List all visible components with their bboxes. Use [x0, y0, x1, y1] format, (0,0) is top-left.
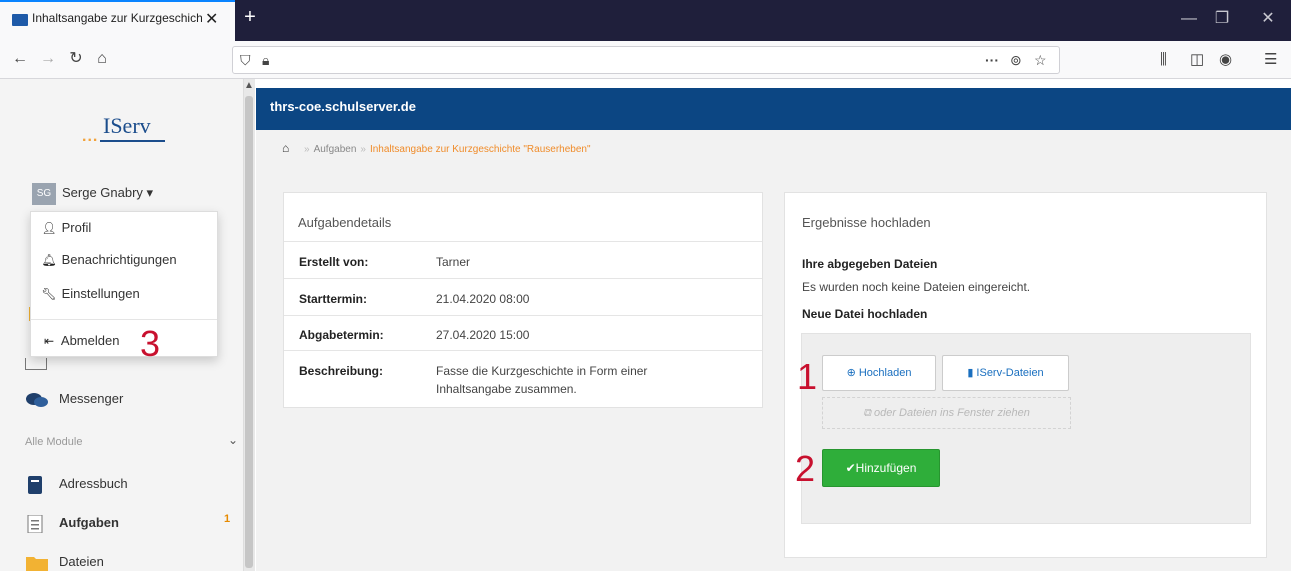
new-tab-button[interactable]: +	[238, 6, 262, 30]
reload-icon[interactable]: ↻	[64, 47, 88, 71]
breadcrumb: » Aufgaben» Inhaltsangabe zur Kurzgeschich…	[304, 144, 591, 155]
shield-icon[interactable]: ⛉	[240, 50, 251, 70]
row-divider	[284, 278, 762, 279]
tasks-icon	[27, 514, 43, 533]
copy-icon: ⧉	[863, 407, 874, 419]
sidebar-item-aufgaben[interactable]: Aufgaben	[25, 511, 119, 535]
forward-icon[interactable]: →	[36, 47, 60, 71]
logo-dots: ...	[82, 128, 99, 145]
sidebar-item-dateien[interactable]: Dateien	[25, 550, 104, 574]
value-created-by: Tarner	[436, 255, 471, 269]
pocket-icon[interactable]: ⊚	[1010, 50, 1022, 70]
calendar-icon	[25, 358, 47, 370]
messenger-icon	[26, 392, 48, 407]
checkmark-icon: ✔	[845, 461, 856, 475]
menu-item-benachrichtigungen[interactable]: 🔔︎ Benachrichtigungen	[40, 250, 177, 270]
upload-button-label: Hochladen	[858, 367, 912, 379]
sidebar-item-label: Messenger	[59, 391, 124, 406]
menu-item-abmelden[interactable]: ⇤ Abmelden	[40, 331, 119, 351]
menu-item-label: Profil	[61, 220, 92, 235]
breadcrumb-aufgaben[interactable]: Aufgaben	[314, 144, 357, 155]
annotation-1: 1	[797, 356, 818, 397]
addressbook-icon	[28, 475, 42, 494]
submitted-files-heading: Ihre abgegeben Dateien	[802, 257, 938, 271]
new-file-heading: Neue Datei hochladen	[802, 307, 928, 321]
sidebar-toggle-icon[interactable]: ◫	[1190, 50, 1204, 70]
menu-item-label: Abmelden	[60, 333, 120, 348]
scrollbar-thumb[interactable]	[245, 96, 253, 568]
menu-item-label: Benachrichtigungen	[61, 252, 177, 267]
library-icon[interactable]: ⫼	[1160, 50, 1167, 70]
menu-item-label: Einstellungen	[61, 286, 140, 301]
maximize-button[interactable]: ❐	[1207, 8, 1237, 30]
annotation-3: 3	[140, 323, 161, 364]
value-description: Fasse die Kurzgeschichte in Form einer	[436, 364, 648, 378]
url-bar[interactable]	[232, 46, 1060, 74]
menu-divider	[31, 319, 217, 320]
tasks-count-badge: 1	[224, 513, 231, 525]
iserv-files-button[interactable]: ▮ IServ-Dateien	[942, 355, 1069, 391]
bookmark-star-icon[interactable]: ☆	[1034, 50, 1047, 70]
folder-icon	[26, 556, 48, 571]
sidebar-item-label: Aufgaben	[59, 515, 119, 530]
label-created-by: Erstellt von:	[299, 255, 369, 269]
label-description: Beschreibung:	[299, 364, 384, 378]
panel-title: Ergebnisse hochladen	[802, 215, 931, 230]
section-label: Alle Module	[25, 436, 83, 448]
row-divider	[284, 350, 762, 351]
user-menu-toggle[interactable]: Serge Gnabry ▾	[62, 185, 153, 201]
upload-icon: ⊕	[846, 367, 859, 379]
scroll-up-icon[interactable]: ▲	[243, 80, 255, 94]
tab-title: Inhaltsangabe zur Kurzgeschichte	[32, 11, 202, 25]
menu-item-profil[interactable]: 👤︎ Profil	[40, 218, 91, 238]
sidebar-item-adressbuch[interactable]: Adressbuch	[25, 472, 128, 496]
annotation-2: 2	[795, 448, 816, 489]
chevron-down-icon[interactable]: ⌄	[228, 433, 238, 447]
avatar[interactable]: SG	[32, 183, 56, 205]
upload-button[interactable]: ⊕ Hochladen	[822, 355, 936, 391]
add-button-label: Hinzufügen	[855, 461, 917, 475]
sidebar-item-label: Adressbuch	[59, 476, 128, 491]
label-start-date: Starttermin:	[299, 292, 368, 306]
minimize-button[interactable]: —	[1174, 8, 1204, 30]
bell-icon: 🔔︎	[41, 253, 57, 267]
add-button[interactable]: ✔Hinzufügen	[822, 449, 940, 487]
drop-zone-label: oder Dateien ins Fenster ziehen	[873, 407, 1030, 419]
user-icon: 👤︎	[41, 221, 57, 235]
favicon-icon	[12, 14, 28, 26]
value-description-line2: Inhaltsangabe zusammen.	[436, 382, 577, 396]
breadcrumb-current: Inhaltsangabe zur Kurzgeschichte "Rauser…	[369, 144, 591, 155]
logout-icon: ⇤	[43, 334, 55, 348]
page-title[interactable]: thrs-coe.schulserver.de	[270, 99, 416, 114]
account-icon[interactable]: ◉	[1219, 50, 1232, 70]
iserv-files-label: IServ-Dateien	[976, 367, 1044, 379]
logo-underline	[100, 140, 165, 142]
label-due-date: Abgabetermin:	[299, 328, 384, 342]
panel-title: Aufgabendetails	[298, 215, 392, 230]
home-icon[interactable]: ⌂	[90, 47, 114, 71]
lock-icon[interactable]: 🔒︎	[262, 50, 269, 70]
page-actions-icon[interactable]: ···	[985, 50, 999, 70]
back-icon[interactable]: ←	[8, 47, 32, 71]
menu-icon[interactable]: ☰	[1264, 50, 1277, 70]
value-start-date: 21.04.2020 08:00	[436, 292, 530, 306]
menu-item-einstellungen[interactable]: 🔧︎ Einstellungen	[40, 284, 140, 304]
iserv-logo[interactable]: IServ	[103, 113, 151, 139]
window-close-button[interactable]: ✕	[1253, 8, 1283, 30]
sidebar-item-label: Dateien	[59, 554, 104, 569]
wrench-icon: 🔧︎	[41, 287, 57, 301]
submitted-files-status: Es wurden noch keine Dateien eingereicht…	[802, 280, 1031, 294]
sidebar-item-messenger[interactable]: Messenger	[25, 387, 123, 411]
drop-zone[interactable]: ⧉ oder Dateien ins Fenster ziehen	[822, 397, 1071, 429]
row-divider	[284, 315, 762, 316]
home-icon[interactable]: ⌂	[282, 141, 289, 155]
tab-close-icon[interactable]: ✕	[205, 9, 218, 29]
row-divider	[284, 241, 762, 242]
value-due-date: 27.04.2020 15:00	[436, 328, 530, 342]
